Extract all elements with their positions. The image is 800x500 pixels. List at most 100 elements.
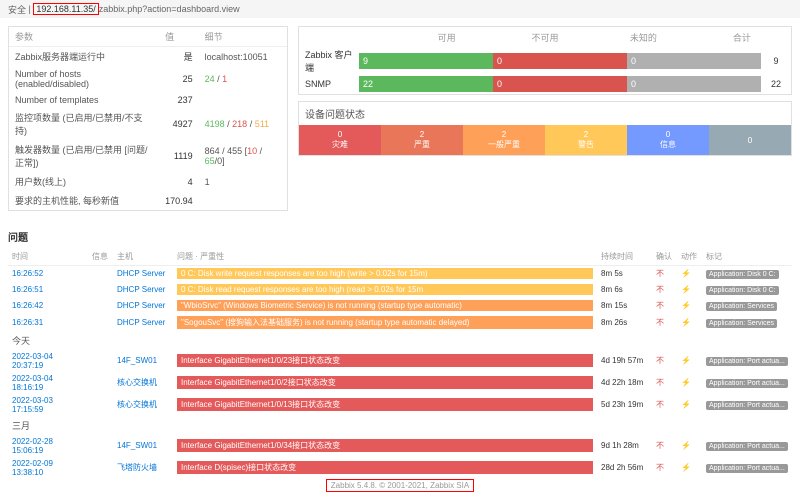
- problem-action-icon[interactable]: ⚡: [677, 457, 702, 479]
- problem-time[interactable]: 16:26:31: [8, 314, 88, 331]
- stat-detail: 24 / 1: [199, 66, 287, 92]
- problem-ack[interactable]: 不: [652, 298, 677, 314]
- problem-host[interactable]: DHCP Server: [113, 298, 173, 314]
- severity-cell[interactable]: 2一般严重: [463, 125, 545, 155]
- problem-ack[interactable]: 不: [652, 372, 677, 394]
- problem-issue[interactable]: Interface GigabitEthernet1/0/23接口状态改变: [177, 354, 593, 367]
- problem-action-icon[interactable]: ⚡: [677, 314, 702, 331]
- problem-duration: 28d 2h 56m: [597, 457, 652, 479]
- problem-row[interactable]: 16:26:51 DHCP Server 0 C: Disk read reques…: [8, 282, 792, 298]
- stat-value: 4: [159, 172, 199, 191]
- problem-duration: 8m 6s: [597, 282, 652, 298]
- problem-issue[interactable]: Interface GigabitEthernet1/0/13接口状态改变: [177, 398, 593, 411]
- avail-hdr-unknown: 未知的: [594, 31, 692, 44]
- problem-time[interactable]: 2022-03-03 17:15:59: [8, 394, 88, 416]
- problem-duration: 4d 22h 18m: [597, 372, 652, 394]
- problem-tag[interactable]: Application: Port actua...: [706, 464, 788, 473]
- problem-row[interactable]: 16:26:42 DHCP Server "WbioSrvc" (Windows B…: [8, 298, 792, 314]
- stat-detail: 4198 / 218 / 511: [199, 108, 287, 140]
- problem-action-icon[interactable]: ⚡: [677, 282, 702, 298]
- problems-title: 问题: [8, 225, 792, 248]
- problem-tag[interactable]: Application: Services: [706, 319, 777, 328]
- stat-detail: [199, 92, 287, 108]
- problem-tag[interactable]: Application: Services: [706, 302, 777, 311]
- problem-action-icon[interactable]: ⚡: [677, 298, 702, 314]
- system-stats-widget: 参数值细节Zabbix服务器端运行中是localhost:10051Number…: [8, 26, 288, 211]
- problem-host[interactable]: 14F_SW01: [113, 350, 173, 372]
- problem-host[interactable]: 14F_SW01: [113, 435, 173, 457]
- problem-ack[interactable]: 不: [652, 282, 677, 298]
- problem-issue[interactable]: Interface D(spisec)接口状态改变: [177, 461, 593, 474]
- stat-value: 25: [159, 66, 199, 92]
- problem-tag[interactable]: Application: Port actua...: [706, 401, 788, 410]
- problem-issue[interactable]: 0 C: Disk write request responses are to…: [177, 268, 593, 279]
- stat-value: 237: [159, 92, 199, 108]
- problem-issue[interactable]: "WbioSrvc" (Windows Biometric Service) i…: [177, 300, 593, 311]
- problem-action-icon[interactable]: ⚡: [677, 435, 702, 457]
- problem-issue[interactable]: "SogouSvc" (搜狗输入法基础服务) is not running (s…: [177, 316, 593, 329]
- problem-ack[interactable]: 不: [652, 394, 677, 416]
- problem-tag[interactable]: Application: Disk 0 C:: [706, 286, 779, 295]
- problem-host[interactable]: 核心交换机: [113, 372, 173, 394]
- problem-host[interactable]: 核心交换机: [113, 394, 173, 416]
- severity-cell[interactable]: 2严重: [381, 125, 463, 155]
- problem-host[interactable]: DHCP Server: [113, 266, 173, 282]
- problem-ack[interactable]: 不: [652, 457, 677, 479]
- url-ip-highlight: 192.168.11.35/: [33, 3, 98, 15]
- severity-cell[interactable]: 0灾难: [299, 125, 381, 155]
- problem-host[interactable]: DHCP Server: [113, 282, 173, 298]
- severity-cell[interactable]: 0信息: [627, 125, 709, 155]
- stat-label: 用户数(线上): [9, 172, 159, 191]
- problem-action-icon[interactable]: ⚡: [677, 394, 702, 416]
- avail-row: SNMP220022: [299, 76, 791, 92]
- stat-label: 触发器数量 (已启用/已禁用 [问题/正常]): [9, 140, 159, 172]
- problem-time[interactable]: 2022-03-04 20:37:19: [8, 350, 88, 372]
- problem-ack[interactable]: 不: [652, 314, 677, 331]
- severity-cell[interactable]: 0: [709, 125, 791, 155]
- stat-label: Number of templates: [9, 92, 159, 108]
- problem-time[interactable]: 16:26:51: [8, 282, 88, 298]
- problem-issue[interactable]: 0 C: Disk read request responses are too…: [177, 284, 593, 295]
- problem-time[interactable]: 16:26:52: [8, 266, 88, 282]
- problem-action-icon[interactable]: ⚡: [677, 350, 702, 372]
- problem-duration: 8m 26s: [597, 314, 652, 331]
- problem-tag[interactable]: Application: Disk 0 C:: [706, 270, 779, 279]
- time-group: 今天: [8, 331, 792, 350]
- problem-ack[interactable]: 不: [652, 350, 677, 372]
- stat-value: 是: [159, 47, 199, 67]
- severity-cell[interactable]: 2警告: [545, 125, 627, 155]
- stat-value: 4927: [159, 108, 199, 140]
- problem-row[interactable]: 16:26:31 DHCP Server "SogouSvc" (搜狗输入法基础服务…: [8, 314, 792, 331]
- url-bar: 安全 | 192.168.11.35/ zabbix.php?action=da…: [0, 0, 800, 18]
- problem-row[interactable]: 2022-02-28 15:06:19 14F_SW01 Interface Gig…: [8, 435, 792, 457]
- avail-hdr-unavail: 不可用: [496, 31, 594, 44]
- problem-action-icon[interactable]: ⚡: [677, 266, 702, 282]
- avail-hdr-total: 合计: [693, 31, 791, 44]
- problem-ack[interactable]: 不: [652, 435, 677, 457]
- problem-time[interactable]: 2022-02-09 13:38:10: [8, 457, 88, 479]
- problem-row[interactable]: 2022-03-04 18:16:19 核心交换机 Interface Gigabi…: [8, 372, 792, 394]
- problem-tag[interactable]: Application: Port actua...: [706, 442, 788, 451]
- stat-detail: 1: [199, 172, 287, 191]
- stat-detail: [199, 191, 287, 210]
- problem-time[interactable]: 2022-02-28 15:06:19: [8, 435, 88, 457]
- problem-ack[interactable]: 不: [652, 266, 677, 282]
- problem-row[interactable]: 2022-03-03 17:15:59 核心交换机 Interface Gigabi…: [8, 394, 792, 416]
- problem-host[interactable]: 飞塔防火墙: [113, 457, 173, 479]
- problem-issue[interactable]: Interface GigabitEthernet1/0/34接口状态改变: [177, 439, 593, 452]
- problem-duration: 5d 23h 19m: [597, 394, 652, 416]
- problem-row[interactable]: 2022-02-09 13:38:10 飞塔防火墙 Interface D(spis…: [8, 457, 792, 479]
- problem-row[interactable]: 2022-03-04 20:37:19 14F_SW01 Interface Gig…: [8, 350, 792, 372]
- stat-value: 170.94: [159, 191, 199, 210]
- stat-detail: 864 / 455 [10 / 65/0]: [199, 140, 287, 172]
- problem-action-icon[interactable]: ⚡: [677, 372, 702, 394]
- problem-host[interactable]: DHCP Server: [113, 314, 173, 331]
- footer: Zabbix 5.4.8. © 2001-2021, Zabbix SIA: [0, 479, 800, 492]
- problem-tag[interactable]: Application: Port actua...: [706, 379, 788, 388]
- problem-time[interactable]: 2022-03-04 18:16:19: [8, 372, 88, 394]
- problem-tag[interactable]: Application: Port actua...: [706, 357, 788, 366]
- avail-row: Zabbix 客户端9009: [299, 48, 791, 74]
- problem-row[interactable]: 16:26:52 DHCP Server 0 C: Disk write reque…: [8, 266, 792, 282]
- problem-issue[interactable]: Interface GigabitEthernet1/0/2接口状态改变: [177, 376, 593, 389]
- problem-time[interactable]: 16:26:42: [8, 298, 88, 314]
